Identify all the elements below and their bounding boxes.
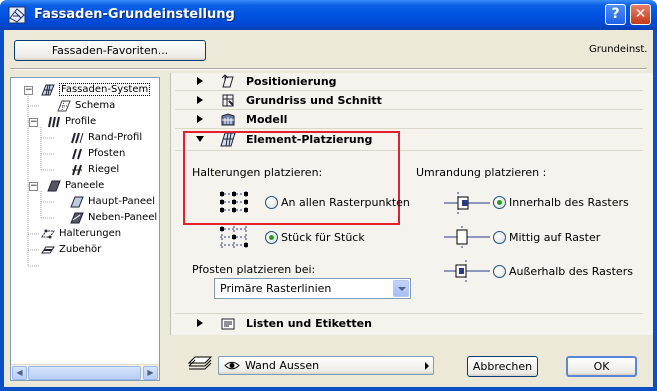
tree-horizontal-scrollbar[interactable]: ◀ ▶	[11, 364, 159, 380]
transom-icon	[72, 164, 82, 176]
app-icon	[8, 6, 26, 24]
tree-item-distinct-panel[interactable]: Neben-Paneel	[70, 211, 157, 225]
boundary-centered-icon	[444, 226, 490, 248]
tree-item-label: Rand-Profil	[88, 132, 143, 143]
tree-item-label: Haupt-Paneel	[88, 196, 155, 207]
radio-all-gridpoints[interactable]	[265, 196, 278, 209]
scroll-thumb[interactable]	[28, 366, 141, 380]
boundary-frame-icon	[71, 132, 84, 144]
accessory-icon	[41, 246, 55, 254]
section-label: Listen und Etiketten	[246, 317, 372, 330]
tree-item-curtain-wall-system[interactable]: Fassaden-System	[41, 83, 151, 97]
radio-boundary-outside[interactable]	[493, 265, 506, 278]
tree-item-label: Neben-Paneel	[88, 212, 158, 223]
tree-item-mullion[interactable]: Pfosten	[70, 147, 125, 161]
expand-arrow-icon[interactable]	[197, 96, 203, 104]
distinct-panel-icon	[70, 212, 84, 224]
one-by-one-icon	[220, 226, 248, 248]
cancel-button[interactable]: Abbrechen	[467, 356, 538, 377]
section-positioning[interactable]: Positionierung	[175, 72, 643, 91]
tree-item-accessories[interactable]: Zubehör	[41, 243, 101, 257]
boundary-inside-icon	[444, 192, 490, 214]
radio-boundary-centered[interactable]	[493, 231, 506, 244]
expand-arrow-icon[interactable]	[197, 319, 203, 327]
tree-item-label: Riegel	[88, 164, 120, 175]
eye-icon	[224, 361, 240, 370]
main-panel-icon	[70, 196, 84, 208]
expand-arrow-icon[interactable]	[197, 115, 203, 123]
listing-labels-icon	[221, 318, 235, 330]
boundary-outside-label: Außerhalb des Rasters	[509, 265, 633, 278]
tree-collapse-toggle[interactable]: −	[24, 86, 33, 95]
boundary-centered-label: Mittig auf Raster	[509, 231, 601, 244]
radio-one-by-one[interactable]	[265, 231, 278, 244]
mullions-label: Pfosten platzieren bei:	[192, 263, 316, 276]
tree-item-junctions[interactable]: Halterungen	[41, 227, 121, 241]
boundary-outside-icon	[444, 260, 490, 282]
layer-icon	[187, 356, 213, 370]
expand-arrow-icon[interactable]	[197, 77, 203, 85]
ok-button[interactable]: OK	[566, 356, 637, 377]
one-by-one-label: Stück für Stück	[281, 231, 365, 244]
boundary-inside-label: Innerhalb des Rasters	[509, 196, 629, 209]
title-bar[interactable]: Fassaden-Grundeinstellung ? ✕	[0, 0, 657, 30]
mullions-select[interactable]: Primäre Rasterlinien	[214, 278, 411, 299]
help-button[interactable]: ?	[605, 4, 626, 25]
layer-select[interactable]: Wand Aussen	[218, 356, 434, 375]
settings-tree[interactable]: − Fassaden-System Schema − Profile Rand-…	[10, 77, 160, 381]
section-label: Grundriss und Schnitt	[246, 94, 382, 107]
section-model[interactable]: Modell	[175, 110, 643, 129]
section-label: Modell	[246, 113, 288, 126]
window-title: Fassaden-Grundeinstellung	[34, 7, 235, 22]
scroll-left-button[interactable]: ◀	[12, 366, 27, 380]
section-floorplan-section[interactable]: Grundriss und Schnitt	[175, 91, 643, 110]
tree-item-main-panel[interactable]: Haupt-Paneel	[70, 195, 155, 209]
tree-item-label: Halterungen	[59, 228, 122, 239]
all-gridpoints-label: An allen Rasterpunkten	[281, 196, 410, 209]
tree-item-label: Paneele	[65, 180, 105, 191]
tree-item-boundary-frame[interactable]: Rand-Profil	[70, 131, 142, 145]
tree-item-label: Zubehör	[59, 244, 102, 255]
mullions-select-value: Primäre Rasterlinien	[220, 282, 332, 295]
tree-collapse-toggle[interactable]: −	[29, 182, 38, 191]
frames-icon	[48, 116, 60, 128]
tree-collapse-toggle[interactable]: −	[29, 118, 38, 127]
chevron-right-icon	[425, 362, 429, 370]
defaults-label: Grundeinst.	[589, 44, 648, 55]
tree-item-label: Schema	[75, 100, 116, 111]
scroll-right-button[interactable]: ▶	[143, 366, 158, 380]
layer-select-value: Wand Aussen	[245, 359, 320, 372]
section-listing-labels[interactable]: Listen und Etiketten	[175, 313, 643, 332]
radio-boundary-inside[interactable]	[493, 196, 506, 209]
panels-icon	[47, 180, 61, 192]
close-button[interactable]: ✕	[630, 4, 651, 25]
header-divider	[10, 68, 647, 70]
tree-item-scheme[interactable]: Schema	[57, 99, 115, 113]
junction-icon	[41, 229, 55, 239]
tree-item-transom[interactable]: Riegel	[70, 163, 119, 177]
favorites-button[interactable]: Fassaden-Favoriten...	[14, 40, 206, 61]
section-label: Positionierung	[246, 75, 337, 88]
tree-item-panels[interactable]: Paneele	[47, 179, 104, 193]
tree-item-label: Profile	[65, 116, 97, 127]
positioning-icon	[221, 74, 234, 88]
tree-item-frames[interactable]: Profile	[47, 115, 96, 129]
mullion-icon	[72, 148, 82, 160]
model-icon	[221, 113, 235, 126]
boundary-label: Umrandung platzieren :	[416, 166, 547, 179]
curtain-wall-icon	[41, 84, 55, 96]
floorplan-section-icon	[222, 94, 234, 107]
tree-item-label: Pfosten	[88, 148, 126, 159]
tree-item-label: Fassaden-System	[59, 83, 151, 96]
chevron-down-icon[interactable]	[393, 280, 409, 297]
all-gridpoints-icon	[220, 191, 248, 213]
scheme-grid-icon	[57, 100, 71, 112]
junctions-label: Halterungen platzieren:	[192, 166, 323, 179]
